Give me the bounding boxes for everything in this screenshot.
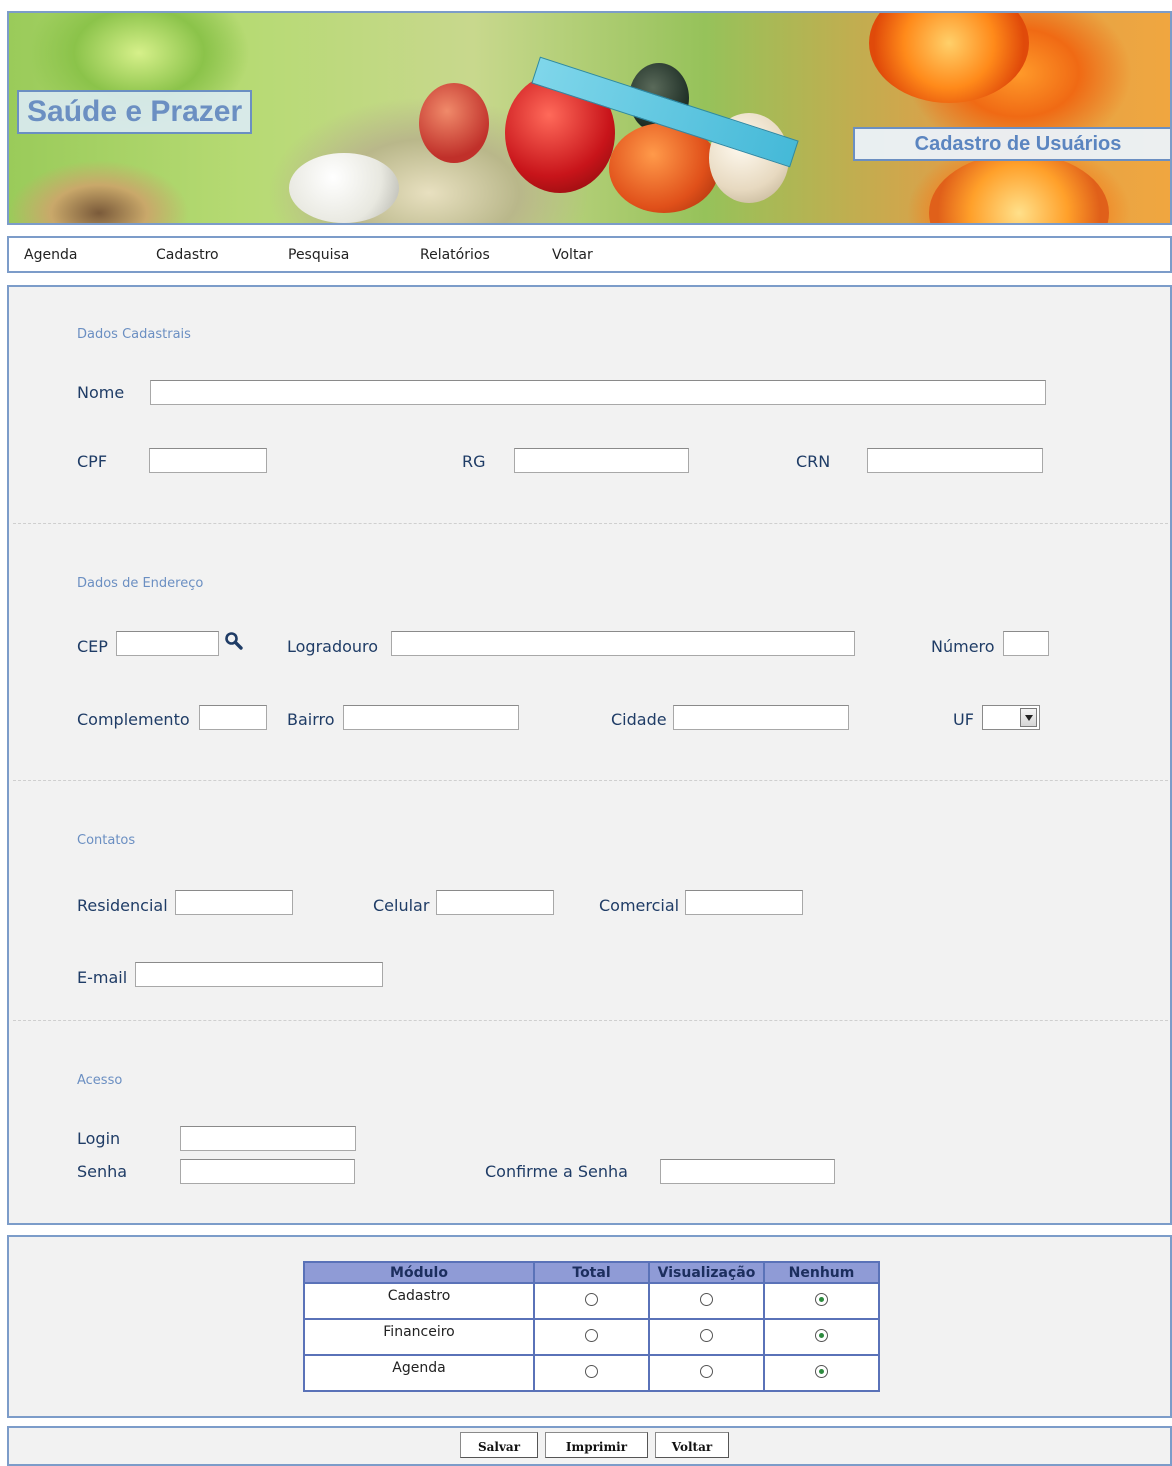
page-title: Cadastro de Usuários [853, 127, 1170, 161]
menu-item-relatorios[interactable]: Relatórios [420, 247, 490, 263]
section-title-acesso: Acesso [77, 1073, 123, 1088]
radio-visualizacao-cadastro[interactable] [700, 1293, 713, 1306]
email-label: E-mail [77, 968, 128, 987]
celular-field[interactable] [436, 890, 554, 915]
radio-visualizacao-financeiro[interactable] [700, 1329, 713, 1342]
email-field[interactable] [135, 962, 383, 987]
cidade-label: Cidade [611, 710, 667, 729]
header-banner: Saúde e Prazer Cadastro de Usuários [7, 11, 1172, 225]
menu-item-voltar[interactable]: Voltar [552, 247, 593, 263]
save-button[interactable]: Salvar [460, 1432, 538, 1458]
password-field[interactable] [180, 1159, 355, 1184]
banner-image-decoration [289, 153, 399, 223]
comercial-field[interactable] [685, 890, 803, 915]
comercial-label: Comercial [599, 896, 680, 915]
permissions-panel: Módulo Total Visualização Nenhum Cadastr… [7, 1235, 1172, 1418]
table-row: Cadastro [303, 1282, 880, 1320]
numero-label: Número [931, 637, 995, 656]
residencial-field[interactable] [175, 890, 293, 915]
nome-label: Nome [77, 383, 125, 402]
column-header-modulo: Módulo [303, 1261, 535, 1284]
crn-label: CRN [796, 452, 831, 471]
confirm-password-field[interactable] [660, 1159, 835, 1184]
nome-field[interactable] [150, 380, 1046, 405]
radio-total-cadastro[interactable] [585, 1293, 598, 1306]
search-icon[interactable] [224, 631, 244, 651]
module-name: Cadastro [303, 1282, 535, 1320]
celular-label: Celular [373, 896, 430, 915]
banner-image-decoration [869, 13, 1029, 103]
confirm-password-label: Confirme a Senha [485, 1162, 628, 1181]
crn-field[interactable] [867, 448, 1043, 473]
module-name: Financeiro [303, 1318, 535, 1356]
table-row: Agenda [303, 1354, 880, 1392]
logradouro-field[interactable] [391, 631, 855, 656]
complemento-field[interactable] [199, 705, 267, 730]
banner-image-decoration [419, 83, 489, 163]
column-header-total: Total [533, 1261, 650, 1284]
radio-nenhum-cadastro[interactable] [815, 1293, 828, 1306]
section-divider [13, 780, 1168, 781]
column-header-visualizacao: Visualização [648, 1261, 765, 1284]
menu-item-pesquisa[interactable]: Pesquisa [288, 247, 349, 263]
radio-total-agenda[interactable] [585, 1365, 598, 1378]
section-title-endereco: Dados de Endereço [77, 576, 204, 591]
user-form-panel: Dados Cadastrais Nome CPF RG CRN Dados d… [7, 285, 1172, 1225]
chevron-down-icon[interactable] [1020, 708, 1037, 727]
residencial-label: Residencial [77, 896, 168, 915]
radio-visualizacao-agenda[interactable] [700, 1365, 713, 1378]
radio-total-financeiro[interactable] [585, 1329, 598, 1342]
bairro-field[interactable] [343, 705, 519, 730]
menu-item-agenda[interactable]: Agenda [24, 247, 77, 263]
rg-field[interactable] [514, 448, 689, 473]
module-name: Agenda [303, 1354, 535, 1392]
table-row: Financeiro [303, 1318, 880, 1356]
radio-nenhum-agenda[interactable] [815, 1365, 828, 1378]
menu-item-cadastro[interactable]: Cadastro [156, 247, 219, 263]
cpf-field[interactable] [149, 448, 267, 473]
cep-field[interactable] [116, 631, 219, 656]
logradouro-label: Logradouro [287, 637, 379, 656]
complemento-label: Complemento [77, 710, 190, 729]
print-button[interactable]: Imprimir [545, 1432, 648, 1458]
section-title-contatos: Contatos [77, 833, 136, 848]
uf-select[interactable] [982, 705, 1040, 730]
cep-label: CEP [77, 637, 108, 656]
banner-image-decoration [929, 153, 1109, 223]
section-title-dados-cadastrais: Dados Cadastrais [77, 327, 191, 342]
site-title: Saúde e Prazer [17, 90, 253, 134]
column-header-nenhum: Nenhum [763, 1261, 880, 1284]
numero-field[interactable] [1003, 631, 1049, 656]
senha-label: Senha [77, 1162, 128, 1181]
main-menu: Agenda Cadastro Pesquisa Relatórios Volt… [7, 236, 1172, 273]
uf-label: UF [953, 710, 974, 729]
login-label: Login [77, 1129, 121, 1148]
action-bar: Salvar Imprimir Voltar [7, 1426, 1172, 1466]
section-divider [13, 1020, 1168, 1021]
cpf-label: CPF [77, 452, 108, 471]
bairro-label: Bairro [287, 710, 335, 729]
login-field[interactable] [180, 1126, 356, 1151]
rg-label: RG [462, 452, 486, 471]
permissions-table: Módulo Total Visualização Nenhum Cadastr… [303, 1261, 880, 1392]
radio-nenhum-financeiro[interactable] [815, 1329, 828, 1342]
cidade-field[interactable] [673, 705, 849, 730]
back-button[interactable]: Voltar [655, 1432, 729, 1458]
section-divider [13, 523, 1168, 524]
